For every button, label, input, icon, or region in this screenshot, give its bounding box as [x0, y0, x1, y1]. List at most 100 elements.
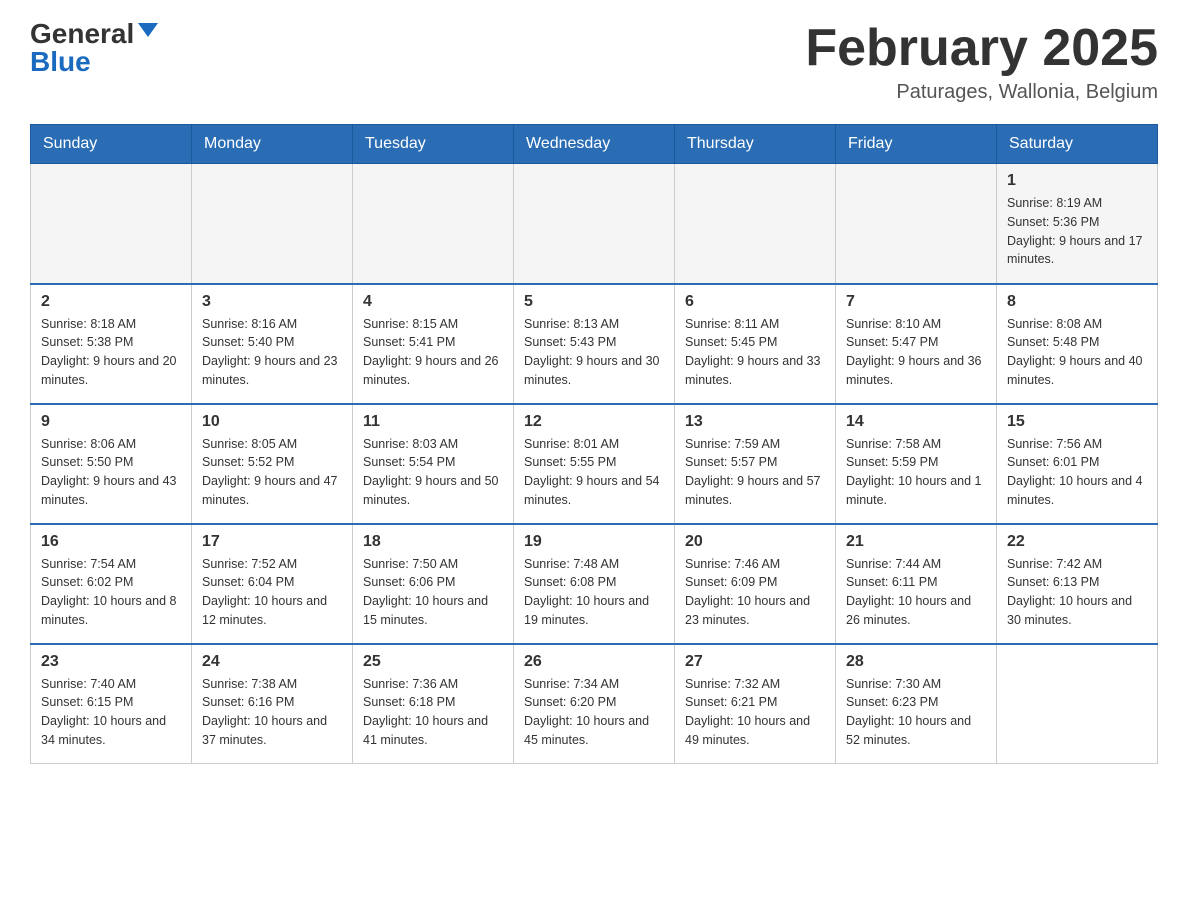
calendar-cell	[31, 164, 192, 284]
calendar-cell: 7 Sunrise: 8:10 AM Sunset: 5:47 PM Daylig…	[836, 284, 997, 404]
day-info: Sunrise: 7:48 AM Sunset: 6:08 PM Dayligh…	[524, 555, 664, 630]
calendar-week-row: 16 Sunrise: 7:54 AM Sunset: 6:02 PM Dayli…	[31, 524, 1158, 644]
weekday-header-row: SundayMondayTuesdayWednesdayThursdayFrid…	[31, 125, 1158, 164]
calendar-cell: 15 Sunrise: 7:56 AM Sunset: 6:01 PM Dayli…	[997, 404, 1158, 524]
logo-triangle-icon	[138, 23, 158, 37]
weekday-header-monday: Monday	[192, 125, 353, 164]
calendar-cell: 17 Sunrise: 7:52 AM Sunset: 6:04 PM Dayli…	[192, 524, 353, 644]
calendar-cell: 18 Sunrise: 7:50 AM Sunset: 6:06 PM Dayli…	[353, 524, 514, 644]
calendar-cell: 9Sunrise: 8:06 AM Sunset: 5:50 PM Daylig…	[31, 404, 192, 524]
page-title: February 2025	[805, 20, 1158, 77]
day-info: Sunrise: 7:56 AM Sunset: 6:01 PM Dayligh…	[1007, 435, 1147, 510]
page-header: General Blue February 2025 Paturages, Wa…	[30, 20, 1158, 104]
day-info: Sunrise: 8:05 AM Sunset: 5:52 PM Dayligh…	[202, 435, 342, 510]
day-number: 5	[524, 293, 664, 311]
day-number: 4	[363, 293, 503, 311]
day-number: 12	[524, 413, 664, 431]
day-info: Sunrise: 8:03 AM Sunset: 5:54 PM Dayligh…	[363, 435, 503, 510]
day-number: 10	[202, 413, 342, 431]
day-info: Sunrise: 7:46 AM Sunset: 6:09 PM Dayligh…	[685, 555, 825, 630]
day-info: Sunrise: 7:50 AM Sunset: 6:06 PM Dayligh…	[363, 555, 503, 630]
calendar-cell: 13 Sunrise: 7:59 AM Sunset: 5:57 PM Dayli…	[675, 404, 836, 524]
calendar-cell: 25 Sunrise: 7:36 AM Sunset: 6:18 PM Dayli…	[353, 644, 514, 764]
day-number: 18	[363, 533, 503, 551]
calendar-cell: 28Sunrise: 7:30 AM Sunset: 6:23 PM Dayli…	[836, 644, 997, 764]
day-number: 7	[846, 293, 986, 311]
day-number: 2	[41, 293, 181, 311]
day-info: Sunrise: 8:08 AM Sunset: 5:48 PM Dayligh…	[1007, 315, 1147, 390]
day-number: 14	[846, 413, 986, 431]
day-info: Sunrise: 7:59 AM Sunset: 5:57 PM Dayligh…	[685, 435, 825, 510]
calendar-cell	[353, 164, 514, 284]
calendar-cell: 10 Sunrise: 8:05 AM Sunset: 5:52 PM Dayli…	[192, 404, 353, 524]
calendar-cell	[514, 164, 675, 284]
day-number: 27	[685, 653, 825, 671]
calendar-cell: 21 Sunrise: 7:44 AM Sunset: 6:11 PM Dayli…	[836, 524, 997, 644]
weekday-header-tuesday: Tuesday	[353, 125, 514, 164]
calendar-cell: 26 Sunrise: 7:34 AM Sunset: 6:20 PM Dayli…	[514, 644, 675, 764]
calendar-week-row: 23Sunrise: 7:40 AM Sunset: 6:15 PM Dayli…	[31, 644, 1158, 764]
calendar-cell: 14Sunrise: 7:58 AM Sunset: 5:59 PM Dayli…	[836, 404, 997, 524]
calendar-cell: 19Sunrise: 7:48 AM Sunset: 6:08 PM Dayli…	[514, 524, 675, 644]
day-number: 21	[846, 533, 986, 551]
calendar-cell: 12 Sunrise: 8:01 AM Sunset: 5:55 PM Dayli…	[514, 404, 675, 524]
day-number: 25	[363, 653, 503, 671]
calendar-cell	[836, 164, 997, 284]
calendar-cell: 2 Sunrise: 8:18 AM Sunset: 5:38 PM Daylig…	[31, 284, 192, 404]
day-number: 17	[202, 533, 342, 551]
day-number: 13	[685, 413, 825, 431]
calendar-cell: 22 Sunrise: 7:42 AM Sunset: 6:13 PM Dayli…	[997, 524, 1158, 644]
day-number: 22	[1007, 533, 1147, 551]
weekday-header-thursday: Thursday	[675, 125, 836, 164]
day-info: Sunrise: 8:15 AM Sunset: 5:41 PM Dayligh…	[363, 315, 503, 390]
calendar-table: SundayMondayTuesdayWednesdayThursdayFrid…	[30, 124, 1158, 764]
day-info: Sunrise: 7:52 AM Sunset: 6:04 PM Dayligh…	[202, 555, 342, 630]
logo-blue: Blue	[30, 48, 91, 76]
day-number: 15	[1007, 413, 1147, 431]
calendar-cell: 20Sunrise: 7:46 AM Sunset: 6:09 PM Dayli…	[675, 524, 836, 644]
day-info: Sunrise: 8:01 AM Sunset: 5:55 PM Dayligh…	[524, 435, 664, 510]
day-info: Sunrise: 8:18 AM Sunset: 5:38 PM Dayligh…	[41, 315, 181, 390]
day-info: Sunrise: 7:42 AM Sunset: 6:13 PM Dayligh…	[1007, 555, 1147, 630]
calendar-cell: 24 Sunrise: 7:38 AM Sunset: 6:16 PM Dayli…	[192, 644, 353, 764]
day-number: 11	[363, 413, 503, 431]
day-number: 9	[41, 413, 181, 431]
weekday-header-wednesday: Wednesday	[514, 125, 675, 164]
day-number: 1	[1007, 172, 1147, 190]
day-number: 16	[41, 533, 181, 551]
calendar-cell: 1 Sunrise: 8:19 AM Sunset: 5:36 PM Daylig…	[997, 164, 1158, 284]
day-info: Sunrise: 7:36 AM Sunset: 6:18 PM Dayligh…	[363, 675, 503, 750]
day-info: Sunrise: 7:32 AM Sunset: 6:21 PM Dayligh…	[685, 675, 825, 750]
calendar-cell: 4 Sunrise: 8:15 AM Sunset: 5:41 PM Daylig…	[353, 284, 514, 404]
calendar-cell: 3Sunrise: 8:16 AM Sunset: 5:40 PM Daylig…	[192, 284, 353, 404]
logo: General Blue	[30, 20, 158, 76]
calendar-cell: 11 Sunrise: 8:03 AM Sunset: 5:54 PM Dayli…	[353, 404, 514, 524]
calendar-week-row: 9Sunrise: 8:06 AM Sunset: 5:50 PM Daylig…	[31, 404, 1158, 524]
calendar-cell: 27 Sunrise: 7:32 AM Sunset: 6:21 PM Dayli…	[675, 644, 836, 764]
day-number: 28	[846, 653, 986, 671]
weekday-header-friday: Friday	[836, 125, 997, 164]
day-info: Sunrise: 8:19 AM Sunset: 5:36 PM Dayligh…	[1007, 194, 1147, 269]
day-info: Sunrise: 8:11 AM Sunset: 5:45 PM Dayligh…	[685, 315, 825, 390]
calendar-cell	[675, 164, 836, 284]
day-info: Sunrise: 7:38 AM Sunset: 6:16 PM Dayligh…	[202, 675, 342, 750]
day-number: 24	[202, 653, 342, 671]
calendar-week-row: 1 Sunrise: 8:19 AM Sunset: 5:36 PM Daylig…	[31, 164, 1158, 284]
day-info: Sunrise: 7:44 AM Sunset: 6:11 PM Dayligh…	[846, 555, 986, 630]
day-number: 8	[1007, 293, 1147, 311]
calendar-week-row: 2 Sunrise: 8:18 AM Sunset: 5:38 PM Daylig…	[31, 284, 1158, 404]
weekday-header-sunday: Sunday	[31, 125, 192, 164]
day-info: Sunrise: 7:40 AM Sunset: 6:15 PM Dayligh…	[41, 675, 181, 750]
day-info: Sunrise: 7:54 AM Sunset: 6:02 PM Dayligh…	[41, 555, 181, 630]
day-info: Sunrise: 7:34 AM Sunset: 6:20 PM Dayligh…	[524, 675, 664, 750]
day-number: 3	[202, 293, 342, 311]
calendar-cell: 23Sunrise: 7:40 AM Sunset: 6:15 PM Dayli…	[31, 644, 192, 764]
calendar-cell: 5Sunrise: 8:13 AM Sunset: 5:43 PM Daylig…	[514, 284, 675, 404]
day-number: 6	[685, 293, 825, 311]
title-section: February 2025 Paturages, Wallonia, Belgi…	[805, 20, 1158, 104]
calendar-cell	[192, 164, 353, 284]
calendar-cell	[997, 644, 1158, 764]
day-info: Sunrise: 8:10 AM Sunset: 5:47 PM Dayligh…	[846, 315, 986, 390]
day-number: 26	[524, 653, 664, 671]
weekday-header-saturday: Saturday	[997, 125, 1158, 164]
